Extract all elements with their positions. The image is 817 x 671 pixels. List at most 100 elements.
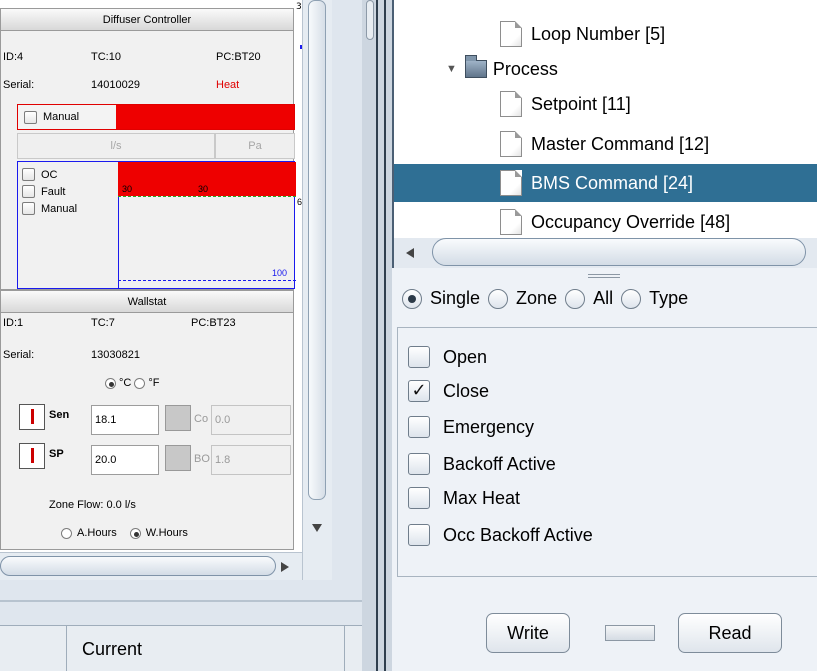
wallstat-serial-label: Serial:: [3, 349, 35, 361]
divider-line: [376, 0, 378, 671]
document-icon: [500, 131, 522, 157]
sensor-temp-field[interactable]: 18.1: [91, 405, 159, 435]
setpoint-field[interactable]: 20.0: [91, 445, 159, 475]
tree-item-label: BMS Command [24]: [531, 172, 694, 193]
scroll-down-arrow-icon[interactable]: [312, 524, 322, 532]
manual-override-bar[interactable]: Manual: [17, 104, 295, 130]
command-close[interactable]: ✓ Close: [408, 376, 489, 406]
split-pane-divider[interactable]: [362, 0, 392, 671]
tree-horizontal-scrollbar[interactable]: [392, 238, 817, 268]
divider-grip[interactable]: [366, 0, 374, 40]
canvas-scroll-thumb[interactable]: [308, 0, 326, 500]
co-value-field[interactable]: 0.0: [211, 405, 291, 435]
column-divider: [344, 626, 345, 671]
bo-value-field[interactable]: 1.8: [211, 445, 291, 475]
max-heat-checkbox[interactable]: [408, 487, 430, 509]
diffuser-serial: 14010029: [91, 79, 140, 91]
wallstat-panel[interactable]: Wallstat ID:1 TC:7 PC:BT23 Serial: 13030…: [0, 290, 294, 550]
sp-label: SP: [49, 448, 64, 460]
manual-checkbox-row[interactable]: Manual: [18, 105, 116, 129]
tree-item-label: Process: [492, 58, 558, 79]
close-checkbox[interactable]: ✓: [408, 380, 430, 402]
command-max-heat[interactable]: Max Heat: [408, 483, 520, 513]
oc-checkbox[interactable]: [22, 168, 35, 181]
flow-column-header: l/s: [17, 133, 215, 159]
co-label: Co: [194, 413, 209, 425]
status-indicator: [605, 625, 655, 641]
zone-label: Zone: [516, 288, 558, 308]
checkmark-icon: ✓: [411, 380, 427, 401]
canvas-horizontal-scrollbar[interactable]: [0, 552, 302, 580]
scroll-left-arrow-icon[interactable]: [406, 248, 414, 258]
all-radio[interactable]: [565, 288, 586, 309]
zone-flow-readout: Zone Flow: 0.0 l/s: [49, 499, 136, 511]
w-hours-radio[interactable]: [129, 527, 141, 539]
tree-item-label: Occupancy Override [48]: [531, 211, 731, 232]
diffuser-status-area: OC Fault Manual 30 30 100: [17, 161, 296, 289]
emergency-checkbox[interactable]: [408, 416, 430, 438]
type-radio[interactable]: [621, 288, 642, 309]
fault-checkbox-row[interactable]: Fault: [22, 183, 77, 200]
manual2-checkbox[interactable]: [22, 202, 35, 215]
canvas-vertical-scrollbar[interactable]: [302, 0, 332, 580]
diffuser-tc: TC:10: [91, 51, 121, 63]
fault-checkbox[interactable]: [22, 185, 35, 198]
tree-item-label: Setpoint [11]: [531, 93, 631, 114]
command-backoff-active[interactable]: Backoff Active: [408, 449, 556, 479]
expand-arrow-icon[interactable]: ▼: [446, 63, 457, 75]
zone-radio[interactable]: [488, 288, 509, 309]
write-button[interactable]: Write: [486, 613, 570, 653]
command-label: Open: [443, 346, 488, 367]
fahrenheit-radio[interactable]: [134, 377, 146, 389]
document-icon: [500, 209, 522, 235]
command-list: Open ✓ Close Emergency Backoff Active Ma…: [397, 327, 817, 577]
single-radio[interactable]: [402, 288, 422, 309]
diffuser-pc: PC:BT20: [216, 51, 261, 63]
celsius-label: °C: [119, 377, 132, 389]
wallstat-pc: PC:BT23: [191, 317, 236, 329]
command-label: Occ Backoff Active: [443, 524, 593, 545]
tree-item-loop-number[interactable]: Loop Number [5]: [500, 17, 665, 51]
tree-item-master-command[interactable]: Master Command [12]: [500, 127, 709, 161]
tree-item-process[interactable]: ▼ Process: [446, 52, 558, 86]
fahrenheit-label: °F: [148, 377, 160, 389]
open-checkbox[interactable]: [408, 346, 430, 368]
current-column-header[interactable]: Current: [66, 626, 344, 671]
canvas-hscroll-thumb[interactable]: [0, 556, 276, 576]
single-label: Single: [430, 288, 481, 308]
command-open[interactable]: Open: [408, 342, 487, 372]
unit-selector: °C °F: [105, 377, 159, 389]
hours-selector: A.Hours W.Hours: [61, 527, 188, 539]
a-hours-label: A.Hours: [77, 527, 117, 539]
command-label: Emergency: [443, 416, 535, 437]
diffuser-id: ID:4: [3, 51, 24, 63]
backoff-active-checkbox[interactable]: [408, 453, 430, 475]
manual-checkbox[interactable]: [24, 110, 37, 124]
command-emergency[interactable]: Emergency: [408, 412, 534, 442]
diffuser-title: Diffuser Controller: [1, 9, 293, 31]
split-handle-icon[interactable]: [588, 274, 620, 278]
point-tree[interactable]: Loop Number [5] ▼ Process Setpoint [11] …: [392, 0, 817, 238]
scope-selector: Single Zone All Type: [402, 288, 688, 309]
manual-label: Manual: [43, 111, 80, 123]
celsius-radio[interactable]: [105, 377, 116, 389]
backoff-icon: [165, 445, 191, 471]
tree-item-setpoint[interactable]: Setpoint [11]: [500, 87, 631, 121]
diffuser-controller-panel[interactable]: Diffuser Controller ID:4 TC:10 PC:BT20 S…: [0, 8, 302, 290]
folder-icon: [464, 55, 487, 78]
command-occ-backoff-active[interactable]: Occ Backoff Active: [408, 520, 593, 550]
wallstat-title: Wallstat: [1, 291, 293, 313]
manual2-checkbox-row[interactable]: Manual: [22, 200, 77, 217]
tree-hscroll-thumb[interactable]: [432, 238, 806, 266]
occ-backoff-active-checkbox[interactable]: [408, 524, 430, 546]
command-label: Max Heat: [443, 487, 521, 508]
all-label: All: [593, 288, 614, 308]
tree-item-bms-command[interactable]: BMS Command [24]: [394, 164, 817, 202]
setpoint-thermometer-icon: [19, 443, 45, 469]
oc-checkbox-row[interactable]: OC: [22, 166, 77, 183]
tree-item-occupancy-override[interactable]: Occupancy Override [48]: [500, 205, 730, 238]
a-hours-radio[interactable]: [61, 527, 72, 539]
max-line: [118, 280, 296, 281]
read-button[interactable]: Read: [678, 613, 782, 653]
scroll-right-arrow-icon[interactable]: [281, 562, 289, 572]
